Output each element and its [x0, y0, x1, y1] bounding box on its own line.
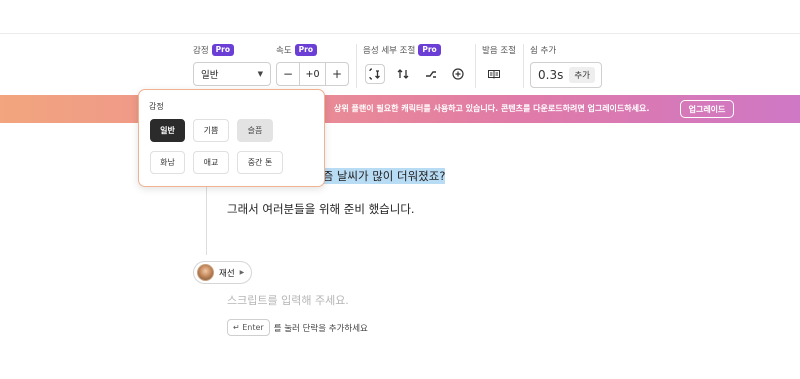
divider: [475, 44, 476, 88]
script-editor: 요즘 날씨가 많이 더워졌죠? 그래서 여러분들을 위해 준비 했습니다. 재선…: [0, 123, 800, 379]
speed-decrease-button[interactable]: −: [277, 63, 299, 85]
pro-badge: Pro: [418, 44, 441, 56]
speaker-selector[interactable]: 재선 ▶: [193, 261, 253, 284]
voice-detail-label-group: 음성 세부 조절 Pro: [363, 44, 441, 56]
speed-label: 속도: [276, 46, 292, 56]
emotion-popup: 감정 일반 기쁨 슬픔 화남 애교 중간 톤: [138, 89, 325, 187]
pause-value-input[interactable]: 0.3s: [538, 68, 563, 82]
pause-add-button[interactable]: 추가: [569, 67, 595, 83]
upgrade-banner: 상위 플랜이 필요한 캐릭터를 사용하고 있습니다. 콘텐츠를 다운로드하려면 …: [0, 95, 800, 123]
avatar: [197, 264, 214, 281]
voice-toolbar: 감정 Pro 일반 ▼ 속도 Pro − +0 + 음성 세부 조절 Pro 발…: [0, 34, 800, 92]
voice-detail-label: 음성 세부 조절: [363, 46, 416, 56]
divider: [523, 44, 524, 88]
pronunciation-label: 발음 조절: [482, 46, 516, 56]
speaker-name: 재선: [219, 268, 235, 279]
selected-text[interactable]: 요즘 날씨가 많이 더워졌죠?: [312, 168, 446, 184]
enter-hint: ↵ Enter 를 눌러 단락을 추가하세요: [227, 319, 368, 336]
emotion-option-cute[interactable]: 애교: [193, 151, 229, 174]
speed-increase-button[interactable]: +: [326, 63, 348, 85]
speed-value[interactable]: +0: [299, 63, 326, 85]
pro-badge: Pro: [211, 44, 234, 56]
upgrade-banner-text: 상위 플랜이 필요한 캐릭터를 사용하고 있습니다. 콘텐츠를 다운로드하려면 …: [334, 104, 650, 113]
emotion-label: 감정: [193, 46, 209, 56]
upgrade-button[interactable]: 업그레이드: [680, 100, 734, 118]
top-bar: [0, 0, 800, 34]
pause-label: 쉼 추가: [530, 46, 557, 56]
script-input[interactable]: 스크립트를 입력해 주세요.: [227, 292, 349, 308]
emotion-select-value: 일반: [201, 70, 219, 81]
add-circle-icon[interactable]: [448, 64, 468, 84]
emotion-option-angry[interactable]: 화남: [150, 151, 185, 174]
emotion-popup-title: 감정: [149, 102, 164, 111]
emotion-label-group: 감정 Pro: [193, 44, 234, 56]
divider: [356, 44, 357, 88]
speed-stepper: − +0 +: [276, 62, 349, 86]
pitch-adjust-icon[interactable]: [365, 64, 385, 84]
chevron-down-icon: ▼: [257, 70, 263, 78]
chevron-right-icon: ▶: [239, 269, 245, 276]
book-icon[interactable]: [484, 64, 504, 84]
script-line[interactable]: 요즘 날씨가 많이 더워졌죠?: [312, 168, 446, 184]
pronunciation-label-group: 발음 조절: [482, 44, 516, 56]
enter-key-badge: ↵ Enter: [227, 319, 270, 336]
emotion-option-mid-tone[interactable]: 중간 톤: [237, 151, 283, 174]
script-line[interactable]: 그래서 여러분들을 위해 준비 했습니다.: [227, 201, 415, 217]
up-down-arrows-icon[interactable]: [393, 64, 413, 84]
tone-curve-icon[interactable]: [421, 64, 441, 84]
speed-label-group: 속도 Pro: [276, 44, 317, 56]
pause-label-group: 쉼 추가: [530, 44, 556, 56]
emotion-option-sad[interactable]: 슬픔: [237, 119, 273, 142]
enter-hint-text: 를 눌러 단락을 추가하세요: [273, 323, 368, 334]
emotion-select[interactable]: 일반 ▼: [193, 62, 271, 86]
pro-badge: Pro: [294, 44, 317, 56]
emotion-option-normal[interactable]: 일반: [150, 119, 185, 142]
pause-control: 0.3s 추가: [530, 62, 602, 88]
emotion-option-happy[interactable]: 기쁨: [193, 119, 229, 142]
